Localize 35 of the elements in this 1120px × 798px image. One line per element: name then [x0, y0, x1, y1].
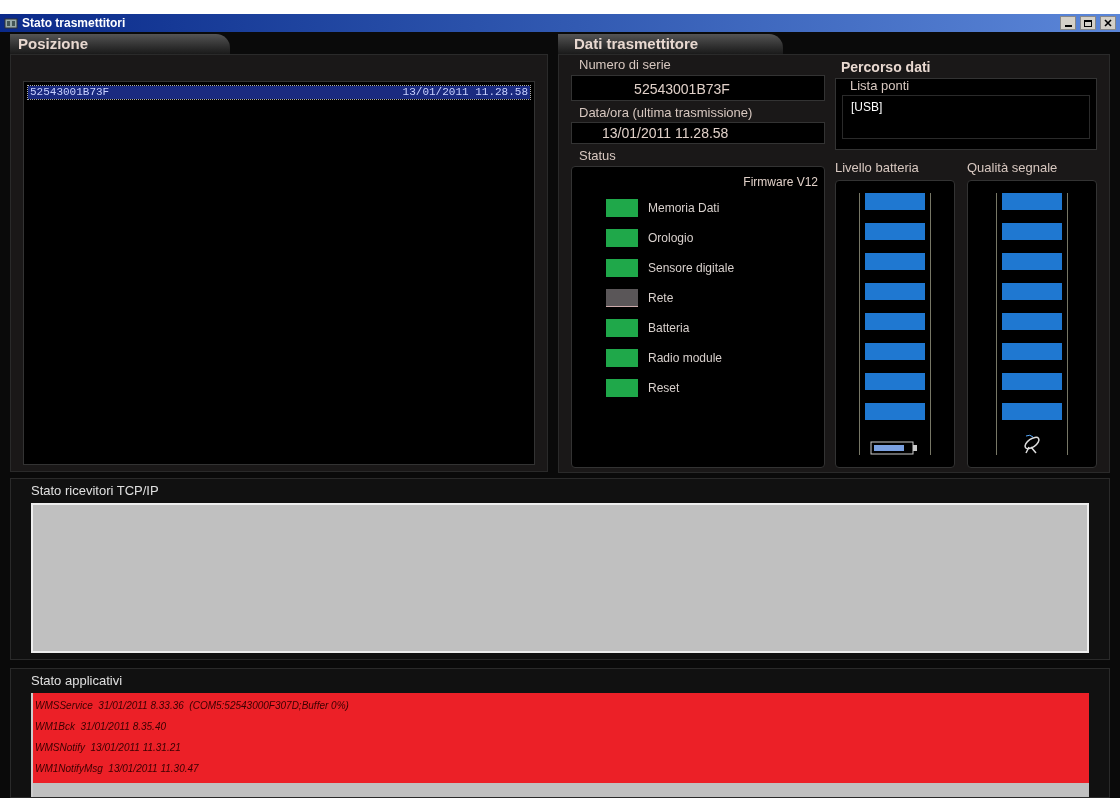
status-label: Radio module — [648, 349, 723, 367]
status-label: Orologio — [648, 229, 694, 247]
firmware-version: Firmware V12 — [743, 173, 818, 191]
status-label: Memoria Dati — [648, 199, 720, 217]
section-label: Stato ricevitori TCP/IP — [31, 482, 160, 500]
close-icon — [1104, 19, 1112, 27]
application-status-line: WM1Bck 31/01/2011 8.35.40 — [35, 719, 167, 734]
satellite-dish-icon — [1021, 432, 1043, 455]
panel-tab[interactable]: Posizione — [10, 34, 230, 54]
panel-tab[interactable]: Dati trasmettitore — [558, 34, 783, 54]
section-title: Percorso dati — [840, 58, 932, 77]
status-label: Reset — [648, 379, 680, 397]
field-label: Numero di serie — [578, 56, 672, 74]
list-row[interactable]: 52543001B73F 13/01/2011 11.28.58 — [28, 86, 530, 99]
field-label: Livello batteria — [835, 159, 920, 177]
field-label: Status — [578, 147, 617, 165]
battery-icon — [870, 440, 920, 455]
field-label: Lista ponti — [849, 79, 911, 93]
datetime-field: 13/01/2011 11.28.58 — [571, 122, 825, 144]
status-label: Rete — [648, 289, 674, 307]
app-icon — [4, 17, 18, 29]
bridge-item[interactable]: [USB] — [851, 98, 1081, 116]
serial-field: 52543001B73F — [571, 74, 825, 101]
close-button[interactable] — [1100, 16, 1116, 30]
window-title: Stato trasmettitori — [22, 15, 126, 32]
status-label: Batteria — [648, 319, 690, 337]
field-label: Qualità segnale — [967, 159, 1059, 177]
status-label: Sensore digitale — [648, 259, 735, 277]
application-status-line: WMSNotify 13/01/2011 11.31.21 — [35, 740, 182, 755]
field-label: Data/ora (ultima trasmissione) — [578, 103, 754, 122]
section-label: Stato applicativi — [31, 672, 124, 690]
maximize-button[interactable] — [1080, 16, 1096, 30]
minimize-button[interactable] — [1060, 16, 1076, 30]
application-status-line: WM1NotifyMsg 13/01/2011 11.30.47 — [35, 761, 200, 776]
application-status-line: WMSService 31/01/2011 8.33.36 (COM5:52543000F307D;Buffer 0%) — [35, 698, 350, 713]
